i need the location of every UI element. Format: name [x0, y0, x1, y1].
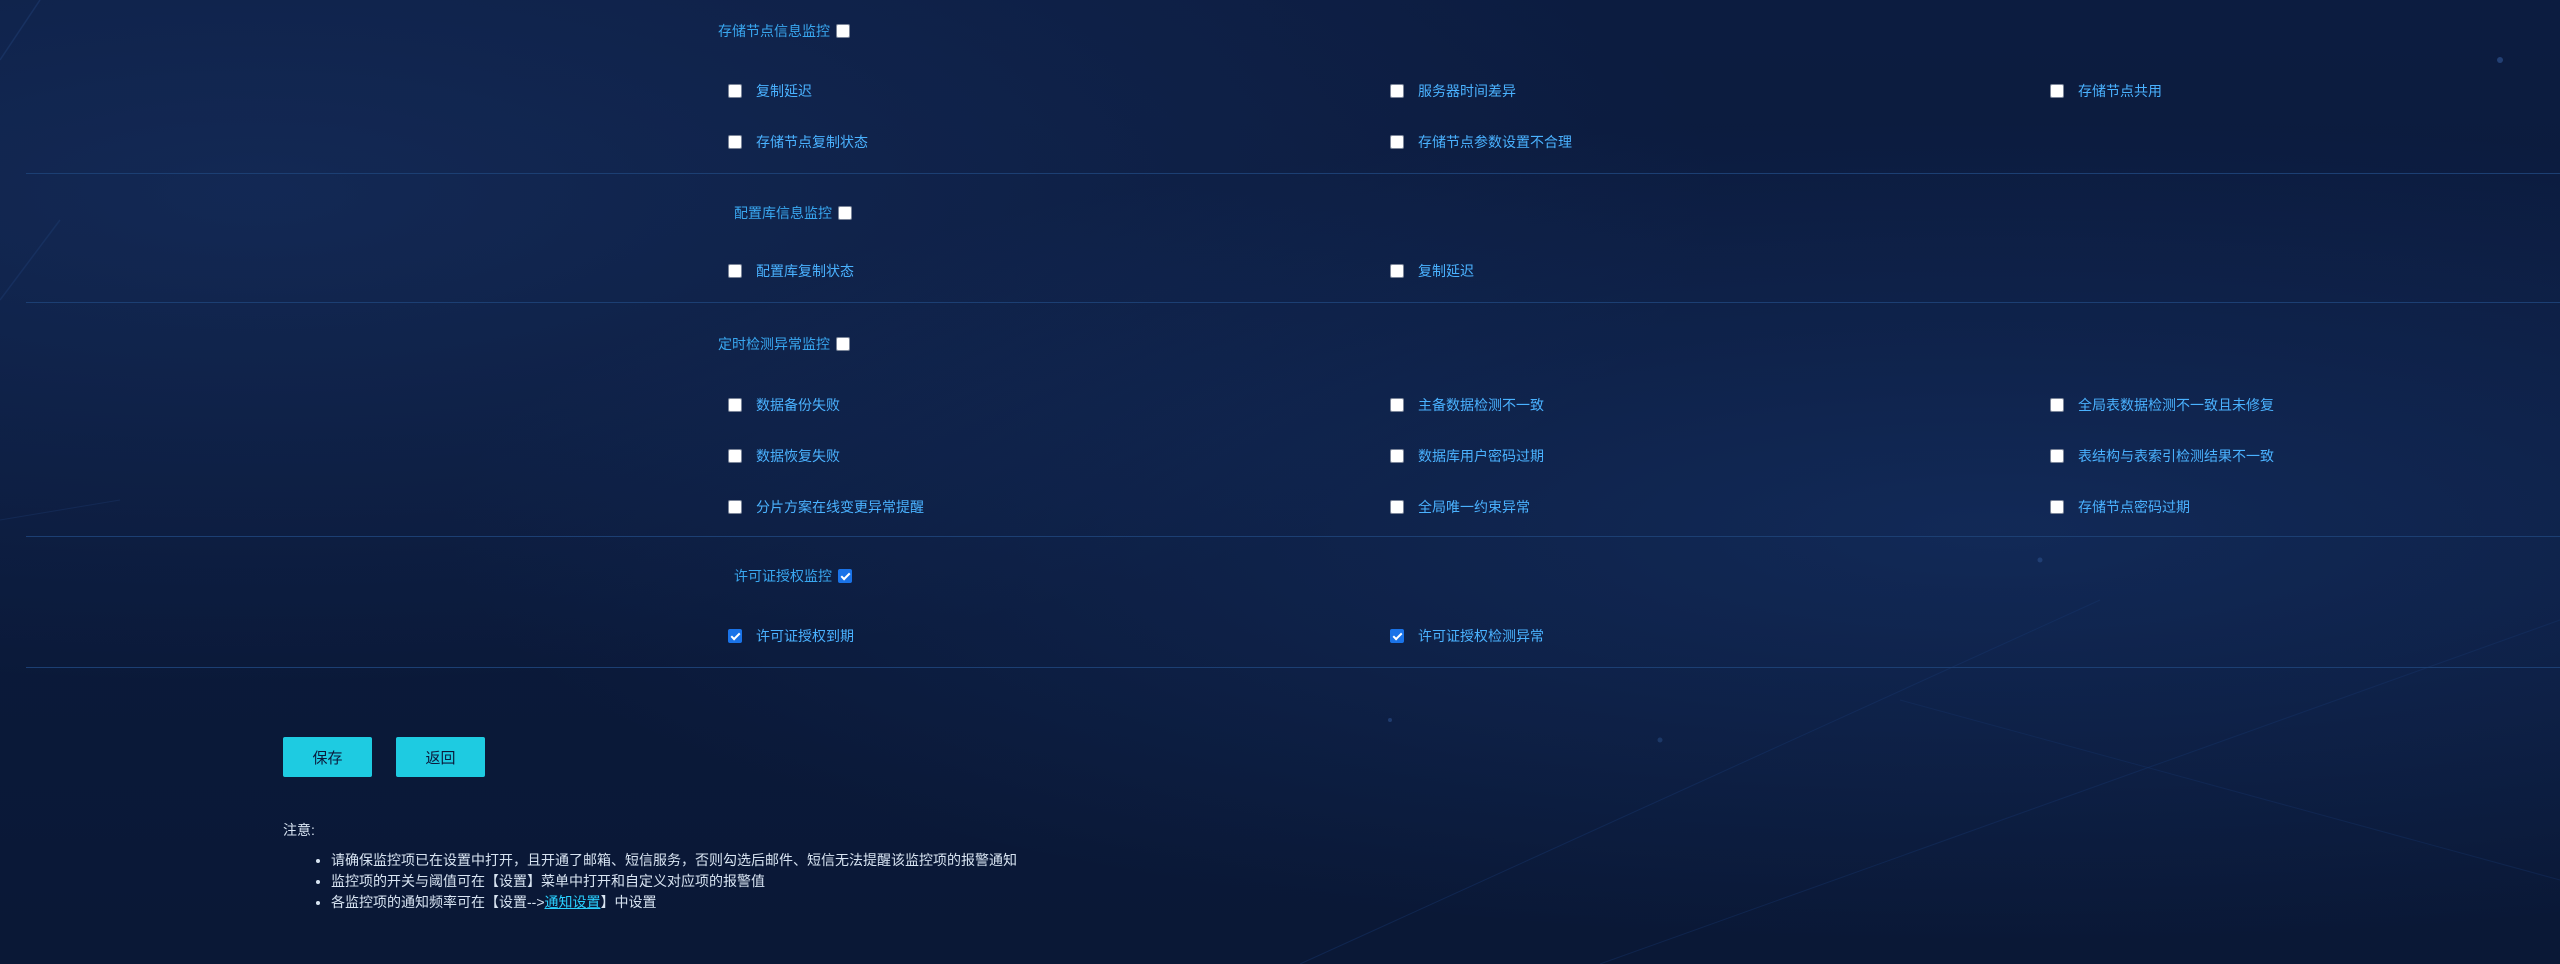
option-label: 复制延迟 — [756, 83, 812, 99]
option-label: 数据恢复失败 — [756, 448, 840, 464]
option-storage-replication-status[interactable]: 存储节点复制状态 — [728, 131, 868, 153]
option-storage-password-expired[interactable]: 存储节点密码过期 — [2050, 496, 2190, 518]
option-label: 许可证授权到期 — [756, 628, 854, 644]
option-restore-failed[interactable]: 数据恢复失败 — [728, 445, 840, 467]
section-scheduled-check: 定时检测异常监控 数据备份失败 主备数据检测不一致 全局表数据检测不一致且未修复… — [26, 303, 2560, 537]
option-label: 复制延迟 — [1418, 263, 1474, 279]
option-checkbox[interactable] — [2050, 500, 2064, 514]
option-checkbox[interactable] — [1390, 629, 1404, 643]
option-checkbox[interactable] — [2050, 84, 2064, 98]
section-title-license: 许可证授权监控 — [734, 565, 852, 587]
option-checkbox[interactable] — [728, 264, 742, 278]
note-item: 监控项的开关与阈值可在【设置】菜单中打开和自定义对应项的报警值 — [331, 871, 1783, 892]
section-license: 许可证授权监控 许可证授权到期 许可证授权检测异常 — [26, 537, 2560, 668]
save-button[interactable]: 保存 — [283, 737, 372, 777]
option-checkbox[interactable] — [728, 449, 742, 463]
option-label: 许可证授权检测异常 — [1418, 628, 1544, 644]
option-storage-param-invalid[interactable]: 存储节点参数设置不合理 — [1390, 131, 1572, 153]
notification-settings-link[interactable]: 通知设置 — [545, 894, 601, 910]
section-title-config-db: 配置库信息监控 — [734, 202, 852, 224]
option-license-expired[interactable]: 许可证授权到期 — [728, 625, 854, 647]
option-checkbox[interactable] — [1390, 84, 1404, 98]
section-checkbox-scheduled-check[interactable] — [836, 337, 850, 351]
section-title-storage-node: 存储节点信息监控 — [718, 20, 850, 42]
option-checkbox[interactable] — [1390, 500, 1404, 514]
option-label: 配置库复制状态 — [756, 263, 854, 279]
option-license-check-error[interactable]: 许可证授权检测异常 — [1390, 625, 1544, 647]
option-checkbox[interactable] — [1390, 398, 1404, 412]
option-label: 存储节点共用 — [2078, 83, 2162, 99]
option-label: 主备数据检测不一致 — [1418, 397, 1544, 413]
notes-panel: 注意: 请确保监控项已在设置中打开，且开通了邮箱、短信服务，否则勾选后邮件、短信… — [283, 818, 1783, 913]
option-replication-delay[interactable]: 复制延迟 — [728, 80, 812, 102]
note-text: 】中设置 — [600, 894, 657, 910]
option-label: 存储节点参数设置不合理 — [1418, 134, 1572, 150]
option-global-table-mismatch[interactable]: 全局表数据检测不一致且未修复 — [2050, 394, 2274, 416]
note-text: 各监控项的通知频率可在【设置--> — [331, 894, 545, 910]
option-backup-failed[interactable]: 数据备份失败 — [728, 394, 840, 416]
option-global-unique-constraint[interactable]: 全局唯一约束异常 — [1390, 496, 1530, 518]
option-checkbox[interactable] — [2050, 398, 2064, 412]
section-checkbox-config-db[interactable] — [838, 206, 852, 220]
option-label: 存储节点密码过期 — [2078, 499, 2190, 515]
monitor-settings-page: 存储节点信息监控 复制延迟 服务器时间差异 存储节点共用 存储节点复制状态 存储… — [0, 0, 2560, 964]
section-title-label: 许可证授权监控 — [734, 568, 832, 584]
section-title-label: 配置库信息监控 — [734, 205, 832, 221]
section-checkbox-license[interactable] — [838, 569, 852, 583]
option-storage-node-shared[interactable]: 存储节点共用 — [2050, 80, 2162, 102]
option-checkbox[interactable] — [728, 135, 742, 149]
option-checkbox[interactable] — [728, 500, 742, 514]
option-label: 全局唯一约束异常 — [1418, 499, 1530, 515]
option-label: 存储节点复制状态 — [756, 134, 868, 150]
option-checkbox[interactable] — [1390, 449, 1404, 463]
note-item: 请确保监控项已在设置中打开，且开通了邮箱、短信服务，否则勾选后邮件、短信无法提醒… — [331, 850, 1783, 871]
notes-title: 注意: — [283, 822, 315, 838]
section-storage-node: 存储节点信息监控 复制延迟 服务器时间差异 存储节点共用 存储节点复制状态 存储… — [26, 0, 2560, 174]
section-checkbox-storage-node[interactable] — [836, 24, 850, 38]
option-schema-index-mismatch[interactable]: 表结构与表索引检测结果不一致 — [2050, 445, 2274, 467]
section-config-db: 配置库信息监控 配置库复制状态 复制延迟 — [26, 174, 2560, 303]
back-button[interactable]: 返回 — [396, 737, 485, 777]
option-checkbox[interactable] — [728, 84, 742, 98]
option-server-time-diff[interactable]: 服务器时间差异 — [1390, 80, 1516, 102]
section-title-label: 存储节点信息监控 — [718, 23, 830, 39]
option-checkbox[interactable] — [728, 398, 742, 412]
option-checkbox[interactable] — [1390, 264, 1404, 278]
option-config-replication-delay[interactable]: 复制延迟 — [1390, 260, 1474, 282]
option-shard-change-alert[interactable]: 分片方案在线变更异常提醒 — [728, 496, 924, 518]
option-config-replication-status[interactable]: 配置库复制状态 — [728, 260, 854, 282]
option-checkbox[interactable] — [1390, 135, 1404, 149]
notes-list: 请确保监控项已在设置中打开，且开通了邮箱、短信服务，否则勾选后邮件、短信无法提醒… — [283, 850, 1783, 913]
option-label: 全局表数据检测不一致且未修复 — [2078, 397, 2274, 413]
option-checkbox[interactable] — [2050, 449, 2064, 463]
option-label: 数据库用户密码过期 — [1418, 448, 1544, 464]
option-label: 服务器时间差异 — [1418, 83, 1516, 99]
section-title-label: 定时检测异常监控 — [718, 336, 830, 352]
option-label: 分片方案在线变更异常提醒 — [756, 499, 924, 515]
option-primary-standby-mismatch[interactable]: 主备数据检测不一致 — [1390, 394, 1544, 416]
option-label: 表结构与表索引检测结果不一致 — [2078, 448, 2274, 464]
note-item: 各监控项的通知频率可在【设置-->通知设置】中设置 — [331, 892, 1783, 913]
option-checkbox[interactable] — [728, 629, 742, 643]
option-label: 数据备份失败 — [756, 397, 840, 413]
section-title-scheduled-check: 定时检测异常监控 — [718, 333, 850, 355]
option-db-password-expired[interactable]: 数据库用户密码过期 — [1390, 445, 1544, 467]
